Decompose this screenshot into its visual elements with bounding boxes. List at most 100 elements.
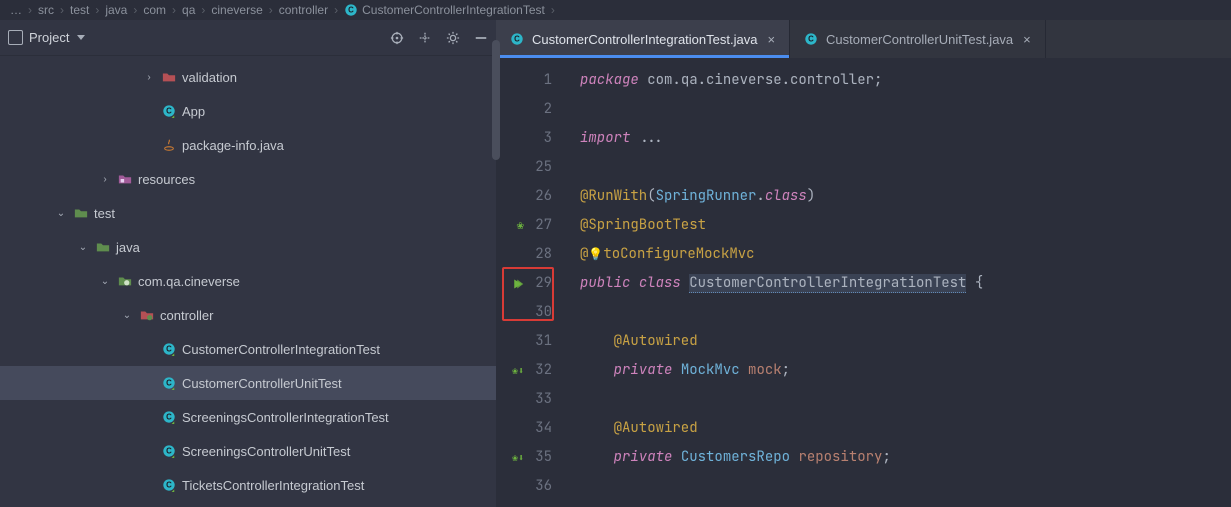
project-dropdown[interactable]: Project	[8, 30, 85, 45]
tree-item[interactable]: ⌄ java	[0, 230, 496, 264]
gutter-row[interactable]: 3⊟	[496, 124, 562, 153]
svg-text:C: C	[348, 6, 354, 15]
bean-nav-icon[interactable]: ❀⬇	[512, 443, 524, 472]
editor-tabs: C CustomerControllerIntegrationTest.java ×…	[496, 20, 1231, 58]
tree-item[interactable]: ⌄ com.qa.cineverse	[0, 264, 496, 298]
tree-item[interactable]: › resources	[0, 162, 496, 196]
breadcrumb-segment[interactable]: C CustomerControllerIntegrationTest	[344, 3, 545, 17]
class-icon: C	[804, 32, 818, 46]
editor-body: 123⊟2526❀27⊟2829⊟3031❀⬇323334❀⬇3536 pack…	[496, 58, 1231, 507]
tree-arrow-icon[interactable]: ⌄	[98, 276, 112, 287]
file-icon: C	[160, 444, 178, 458]
breadcrumb-segment[interactable]: src	[38, 3, 54, 17]
file-icon	[116, 172, 134, 186]
file-icon: C	[160, 376, 178, 390]
project-tree[interactable]: ›validationCApp package-info.java › resourc…	[0, 56, 496, 507]
tree-item-label: package-info.java	[182, 138, 284, 153]
tree-item[interactable]: CScreeningsControllerUnitTest	[0, 434, 496, 468]
tree-item-label: CustomerControllerIntegrationTest	[182, 342, 380, 357]
gutter-row[interactable]: 1	[496, 66, 562, 95]
gutter-row[interactable]: 33	[496, 385, 562, 414]
editor-area: C CustomerControllerIntegrationTest.java ×…	[496, 20, 1231, 507]
tree-item-label: com.qa.cineverse	[138, 274, 240, 289]
file-icon	[138, 308, 156, 322]
breadcrumb-segment[interactable]: com	[143, 3, 166, 17]
expand-all-icon[interactable]	[418, 31, 432, 45]
tree-arrow-icon[interactable]: ⌄	[120, 310, 134, 321]
file-icon: C	[160, 410, 178, 424]
gutter-row[interactable]: 26	[496, 182, 562, 211]
project-sidebar: Project ›validationCApp package-info.java…	[0, 20, 496, 507]
svg-text:C: C	[166, 481, 172, 490]
breadcrumb-segment[interactable]: java	[105, 3, 127, 17]
editor-tab[interactable]: C CustomerControllerIntegrationTest.java ×	[496, 20, 790, 58]
class-icon: C	[344, 3, 358, 17]
line-number: 28	[530, 240, 552, 269]
tree-arrow-icon[interactable]: ⌄	[54, 208, 68, 219]
gutter-row[interactable]: 2	[496, 95, 562, 124]
svg-text:C: C	[166, 447, 172, 456]
gutter-row[interactable]: 34	[496, 414, 562, 443]
tree-item[interactable]: package-info.java	[0, 128, 496, 162]
close-icon[interactable]: ×	[1023, 32, 1031, 47]
tree-item-label: java	[116, 240, 140, 255]
tree-item-label: resources	[138, 172, 195, 187]
tree-item-label: test	[94, 206, 115, 221]
breadcrumb-segment[interactable]: controller	[279, 3, 328, 17]
spring-leaf-icon[interactable]: ❀	[517, 211, 524, 240]
tree-item[interactable]: C TicketsControllerIntegrationTest	[0, 468, 496, 502]
tree-item-label: ScreeningsControllerIntegrationTest	[182, 410, 389, 425]
close-icon[interactable]: ×	[767, 32, 775, 47]
tree-item[interactable]: C CustomerControllerUnitTest	[0, 366, 496, 400]
tree-item-label: TicketsControllerIntegrationTest	[182, 478, 364, 493]
tree-item[interactable]: C CustomerControllerIntegrationTest	[0, 332, 496, 366]
tree-item[interactable]: ⌄ controller	[0, 298, 496, 332]
line-number: 3	[530, 124, 552, 153]
sidebar-header: Project	[0, 20, 496, 56]
sidebar-title-label: Project	[29, 30, 69, 45]
tree-item[interactable]: ›validation	[0, 60, 496, 94]
svg-text:C: C	[166, 413, 172, 422]
gutter-row[interactable]: ❀⬇35	[496, 443, 562, 472]
tree-arrow-icon[interactable]: ›	[98, 174, 112, 185]
select-opened-file-icon[interactable]	[390, 31, 404, 45]
chevron-down-icon	[77, 35, 85, 40]
tree-item[interactable]: ⌄ test	[0, 196, 496, 230]
bean-nav-icon[interactable]: ❀⬇	[512, 356, 524, 385]
tree-item-label: CustomerControllerUnitTest	[182, 376, 342, 391]
code-editor[interactable]: package com.qa.cineverse.controller; imp…	[562, 58, 1231, 507]
line-number: 25	[530, 153, 552, 182]
gutter-row[interactable]: 28	[496, 240, 562, 269]
breadcrumb-segment[interactable]: cineverse	[211, 3, 262, 17]
gutter[interactable]: 123⊟2526❀27⊟2829⊟3031❀⬇323334❀⬇3536	[496, 58, 562, 507]
gear-icon[interactable]	[446, 31, 460, 45]
tree-arrow-icon[interactable]: ⌄	[76, 242, 90, 253]
file-icon	[72, 206, 90, 220]
gutter-row[interactable]: 25	[496, 153, 562, 182]
intention-bulb-icon[interactable]: 💡	[588, 246, 603, 262]
line-number: 26	[530, 182, 552, 211]
svg-text:C: C	[166, 345, 172, 354]
breadcrumb-segment[interactable]: test	[70, 3, 89, 17]
tree-item[interactable]: CApp	[0, 94, 496, 128]
line-number: 36	[530, 472, 552, 501]
svg-text:C: C	[166, 107, 172, 116]
gutter-row[interactable]: 31	[496, 327, 562, 356]
gutter-row[interactable]: ❀⬇32	[496, 356, 562, 385]
vertical-scrollbar[interactable]	[492, 40, 500, 160]
tree-item[interactable]: C ScreeningsControllerIntegrationTest	[0, 400, 496, 434]
gutter-row[interactable]: 36	[496, 472, 562, 501]
breadcrumb: …› src› test› java› com› qa› cineverse› …	[0, 0, 1231, 20]
editor-tab[interactable]: CCustomerControllerUnitTest.java×	[790, 20, 1046, 58]
tree-arrow-icon[interactable]: ›	[142, 72, 156, 83]
breadcrumb-segment[interactable]: qa	[182, 3, 195, 17]
file-icon	[160, 70, 178, 84]
run-gutter-highlight	[502, 267, 554, 321]
tree-item-label: controller	[160, 308, 213, 323]
svg-text:C: C	[514, 35, 520, 44]
line-number: 1	[530, 66, 552, 95]
tab-label: CustomerControllerIntegrationTest.java	[532, 32, 757, 47]
line-number: 31	[530, 327, 552, 356]
gutter-row[interactable]: ❀27⊟	[496, 211, 562, 240]
collapse-icon[interactable]	[474, 31, 488, 45]
